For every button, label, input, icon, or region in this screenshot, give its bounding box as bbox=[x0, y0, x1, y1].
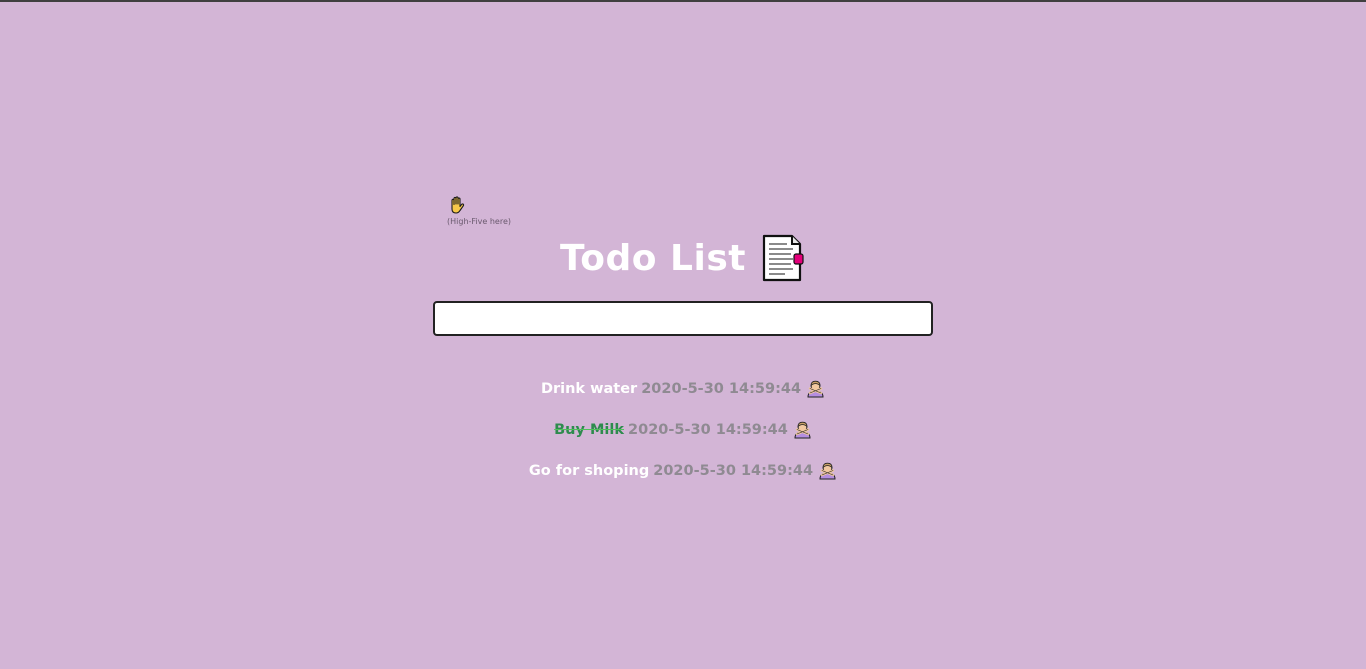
todo-text[interactable]: Go for shoping bbox=[529, 463, 649, 479]
list-item: Go for shoping 2020-5-30 14:59:44 bbox=[0, 450, 1366, 491]
person-gesturing-no-icon[interactable] bbox=[818, 461, 837, 480]
person-gesturing-no-icon[interactable] bbox=[793, 420, 812, 439]
document-icon bbox=[762, 234, 804, 282]
list-item: Buy Milk 2020-5-30 14:59:44 bbox=[0, 409, 1366, 450]
todo-list: Drink water 2020-5-30 14:59:44 Buy Milk … bbox=[0, 368, 1366, 491]
page-header: Todo List bbox=[0, 234, 1366, 282]
todo-date: 2020-5-30 14:59:44 bbox=[653, 462, 814, 479]
raised-hand-icon[interactable] bbox=[447, 195, 467, 215]
todo-input[interactable] bbox=[433, 301, 933, 336]
person-gesturing-no-icon[interactable] bbox=[806, 379, 825, 398]
high-five-area[interactable]: (High-Five here) bbox=[447, 195, 537, 226]
todo-text[interactable]: Buy Milk bbox=[554, 422, 624, 438]
list-item: Drink water 2020-5-30 14:59:44 bbox=[0, 368, 1366, 409]
todo-text[interactable]: Drink water bbox=[541, 381, 637, 397]
high-five-hint: (High-Five here) bbox=[447, 217, 511, 226]
todo-date: 2020-5-30 14:59:44 bbox=[628, 421, 788, 438]
page-title: Todo List bbox=[560, 237, 746, 279]
todo-date: 2020-5-30 14:59:44 bbox=[641, 380, 802, 397]
